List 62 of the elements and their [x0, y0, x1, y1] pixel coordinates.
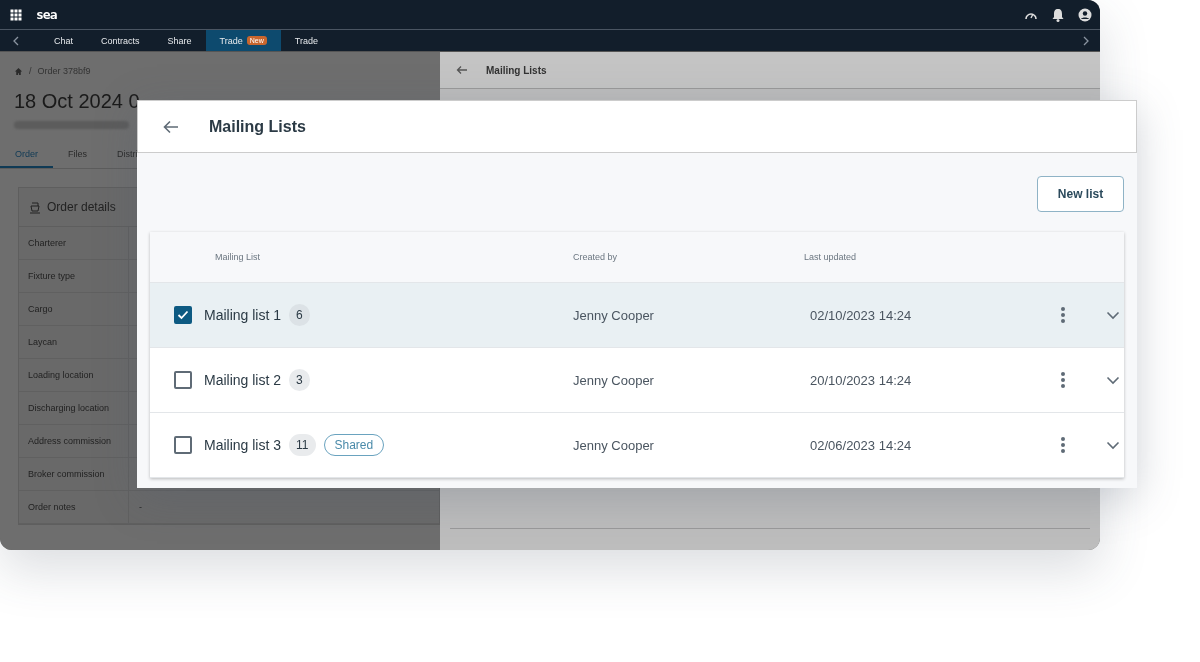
back-arrow-icon[interactable]: [163, 119, 179, 134]
card-title: Order details: [47, 200, 116, 214]
table-cell: 02/06/2023 14:24: [810, 438, 912, 453]
nav-tab[interactable]: Trade: [280, 30, 332, 51]
nav-tab[interactable]: Share: [153, 30, 206, 51]
field-label: Laycan: [19, 326, 129, 358]
field-label: Loading location: [19, 359, 129, 391]
notification-bell-icon[interactable]: [1052, 7, 1064, 22]
checkmark-icon: [177, 310, 189, 320]
new-list-button[interactable]: New list: [1037, 176, 1124, 212]
list-name: Mailing list 3: [204, 437, 282, 453]
chevron-left-icon[interactable]: [12, 35, 20, 46]
member-count: 6: [289, 304, 310, 326]
checkbox[interactable]: [174, 306, 192, 324]
user-account-icon[interactable]: [1078, 7, 1092, 22]
breadcrumb-separator: /: [29, 66, 32, 76]
nav-tab-label: Trade: [294, 35, 318, 46]
chevron-right-icon[interactable]: [1082, 35, 1090, 46]
table-cell: 02/10/2023 14:24: [810, 308, 912, 323]
back-arrow-icon[interactable]: [456, 65, 468, 75]
panel-title: Mailing Lists: [486, 64, 547, 76]
field-label: Broker commission: [19, 458, 129, 490]
nav-tab[interactable]: Chat: [40, 30, 87, 51]
ship-icon: [29, 200, 41, 214]
field-value: -: [139, 502, 142, 512]
column-header: Mailing List: [215, 252, 261, 262]
dialog-title: Mailing Lists: [209, 117, 306, 136]
list-name: Mailing list 1: [204, 307, 282, 323]
checkbox[interactable]: [174, 371, 192, 389]
table-row[interactable]: Mailing list 3 11 Shared Jenny Cooper 02/06/2023 14:24: [150, 413, 1124, 478]
logo: sea: [36, 7, 57, 22]
home-icon[interactable]: [14, 66, 23, 76]
nav-tab-label: Share: [167, 35, 192, 46]
field-label: Cargo: [19, 293, 129, 325]
field-label: Charterer: [19, 227, 129, 259]
more-options-icon[interactable]: [1060, 371, 1066, 389]
field-label: Address commission: [19, 425, 129, 457]
member-count: 3: [289, 369, 310, 391]
table-cell: Jenny Cooper: [573, 373, 654, 388]
table-row[interactable]: Mailing list 1 6 Jenny Cooper 02/10/2023 14:24: [150, 283, 1124, 348]
member-count: 11: [289, 434, 316, 456]
column-header: Last updated: [804, 252, 857, 262]
table-cell: Jenny Cooper: [573, 308, 654, 323]
field-label: Fixture type: [19, 260, 129, 292]
table-cell: Jenny Cooper: [573, 438, 654, 453]
apps-grid-icon[interactable]: [10, 8, 22, 21]
chevron-down-icon[interactable]: [1106, 310, 1120, 320]
field-label: Order notes: [19, 491, 129, 523]
more-options-icon[interactable]: [1060, 306, 1066, 324]
table-row[interactable]: Mailing list 2 3 Jenny Cooper 20/10/2023 14:24: [150, 348, 1124, 413]
list-name: Mailing list 2: [204, 372, 282, 388]
more-options-icon[interactable]: [1060, 436, 1066, 454]
checkbox[interactable]: [174, 436, 192, 454]
nav-tab-label: Trade: [219, 35, 243, 46]
nav-tab-label: Chat: [54, 35, 73, 46]
nav-tab[interactable]: Contracts: [87, 30, 154, 51]
column-header: Created by: [573, 252, 618, 262]
field-label: Discharging location: [19, 392, 129, 424]
chevron-down-icon[interactable]: [1106, 375, 1120, 385]
table-cell: 20/10/2023 14:24: [810, 373, 912, 388]
chevron-down-icon[interactable]: [1106, 440, 1120, 450]
nav-tab-label: Contracts: [101, 35, 140, 46]
